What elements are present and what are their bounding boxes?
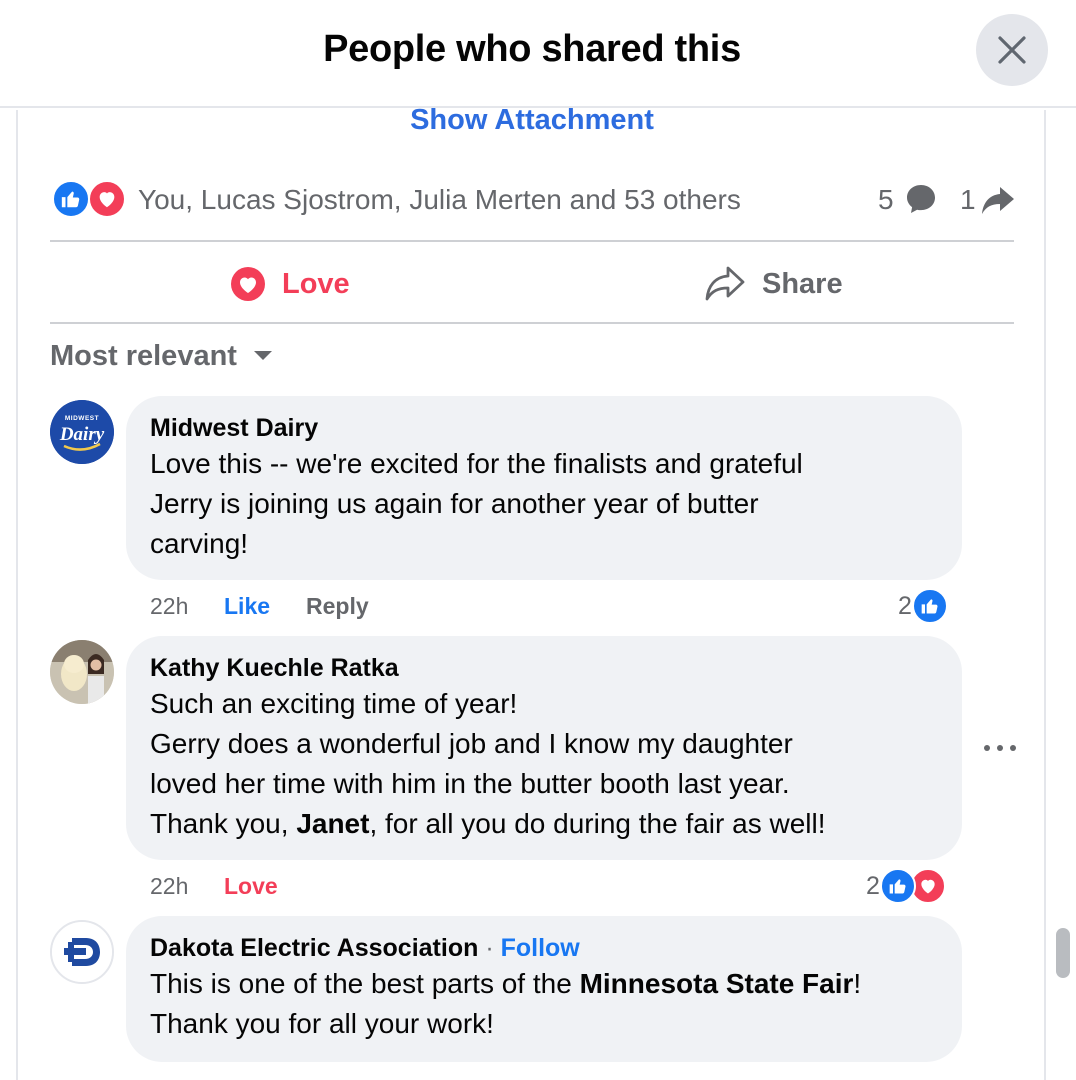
midwest-dairy-logo: MIDWEST Dairy xyxy=(50,400,114,464)
comment-sort-dropdown[interactable]: Most relevant xyxy=(50,336,273,376)
share-action-label: Share xyxy=(762,267,843,300)
reactors-text[interactable]: You, Lucas Sjostrom, Julia Merten and 53… xyxy=(138,184,741,216)
like-reaction-icon xyxy=(879,868,916,904)
comment-author[interactable]: Dakota Electric Association xyxy=(150,934,478,962)
comment-author-line: Dakota Electric Association · Follow xyxy=(150,932,938,964)
close-button[interactable] xyxy=(976,14,1048,86)
love-action-button[interactable]: Love xyxy=(230,262,350,306)
comment-text-line: Love this -- we're excited for the final… xyxy=(150,448,803,479)
tagged-page[interactable]: Minnesota State Fair xyxy=(580,968,854,999)
comment-bubble-3: Dakota Electric Association · Follow Thi… xyxy=(126,916,962,1062)
comment-text-line: loved her time with him in the butter bo… xyxy=(150,768,790,799)
separator-dot: · xyxy=(485,934,494,962)
love-comment-button[interactable]: Love xyxy=(224,873,278,900)
dot xyxy=(1010,745,1016,751)
divider-bottom xyxy=(50,322,1014,324)
avatar-dakota-electric[interactable] xyxy=(50,920,114,984)
like-reaction-icon xyxy=(52,180,90,218)
like-comment-button[interactable]: Like xyxy=(224,593,306,620)
card-border-right xyxy=(1044,110,1046,1080)
like-reaction-icon xyxy=(911,588,948,624)
svg-text:MIDWEST: MIDWEST xyxy=(65,415,99,422)
dot xyxy=(997,745,1003,751)
scrollbar-thumb[interactable] xyxy=(1056,928,1070,978)
reply-button[interactable]: Reply xyxy=(306,593,369,620)
dialog-title: People who shared this xyxy=(323,28,741,70)
love-reaction-icon xyxy=(88,180,126,218)
caret-down-icon xyxy=(253,351,272,360)
comment-text-line: Gerry does a wonderful job and I know my… xyxy=(150,728,793,759)
love-filled-icon xyxy=(231,267,265,301)
mentioned-name[interactable]: Janet xyxy=(296,808,369,839)
comment-meta-1: 22h Like Reply xyxy=(150,590,369,622)
comment-reaction-count-2[interactable]: 2 xyxy=(866,868,946,904)
dakota-electric-logo xyxy=(52,922,112,982)
follow-button[interactable]: Follow xyxy=(501,934,580,962)
more-options-button[interactable] xyxy=(984,736,1016,760)
dot xyxy=(984,745,990,751)
text-segment: This is one of the best parts of the xyxy=(150,968,580,999)
comment-reaction-count-1[interactable]: 2 xyxy=(898,588,948,624)
comment-bubble-1: Midwest Dairy Love this -- we're excited… xyxy=(126,396,962,580)
profile-photo xyxy=(50,640,114,704)
text-segment: , for all you do during the fair as well… xyxy=(369,808,826,839)
comment-meta-2: 22h Love xyxy=(150,870,278,902)
avatar-kathy-kuechle-ratka[interactable] xyxy=(50,640,114,704)
comment-author[interactable]: Kathy Kuechle Ratka xyxy=(150,652,938,684)
svg-text:Dairy: Dairy xyxy=(59,424,105,445)
reaction-icons xyxy=(52,180,132,220)
comment-text-line: carving! xyxy=(150,528,249,559)
shares-count[interactable]: 1 xyxy=(960,184,976,216)
comment-bubble-icon xyxy=(907,185,935,213)
comment-text-line: Such an exciting time of year! xyxy=(150,688,518,719)
card-border-left xyxy=(16,110,18,1080)
text-segment: Thank you, xyxy=(150,808,297,839)
comment-text-line: Thank you, Janet, for all you do during … xyxy=(150,804,938,844)
divider-top xyxy=(50,240,1014,242)
love-action-label: Love xyxy=(282,267,350,300)
sort-label: Most relevant xyxy=(50,339,237,372)
close-icon xyxy=(998,36,1026,64)
show-attachment-link[interactable]: Show Attachment xyxy=(0,104,1064,137)
reaction-count-number: 2 xyxy=(898,591,912,620)
share-action-button[interactable]: Share xyxy=(704,262,843,306)
share-outline-icon xyxy=(705,266,745,301)
comment-bubble-2: Kathy Kuechle Ratka Such an exciting tim… xyxy=(126,636,962,860)
avatar-midwest-dairy[interactable]: MIDWEST Dairy xyxy=(50,400,114,464)
comments-count[interactable]: 5 xyxy=(878,184,894,216)
comment-text-line: Jerry is joining us again for another ye… xyxy=(150,488,759,519)
reactions-summary[interactable]: You, Lucas Sjostrom, Julia Merten and 53… xyxy=(52,178,1014,222)
comment-author[interactable]: Midwest Dairy xyxy=(150,412,938,444)
comment-time: 22h xyxy=(150,592,189,619)
comment-time: 22h xyxy=(150,872,189,899)
comment-text-line: Thank you for all your work! xyxy=(150,1008,494,1039)
text-segment: ! xyxy=(853,968,862,999)
share-arrow-icon xyxy=(982,187,1014,214)
comment-text-line: This is one of the best parts of the Min… xyxy=(150,964,938,1004)
reaction-count-number: 2 xyxy=(866,871,880,900)
dialog-header: People who shared this xyxy=(0,0,1076,108)
